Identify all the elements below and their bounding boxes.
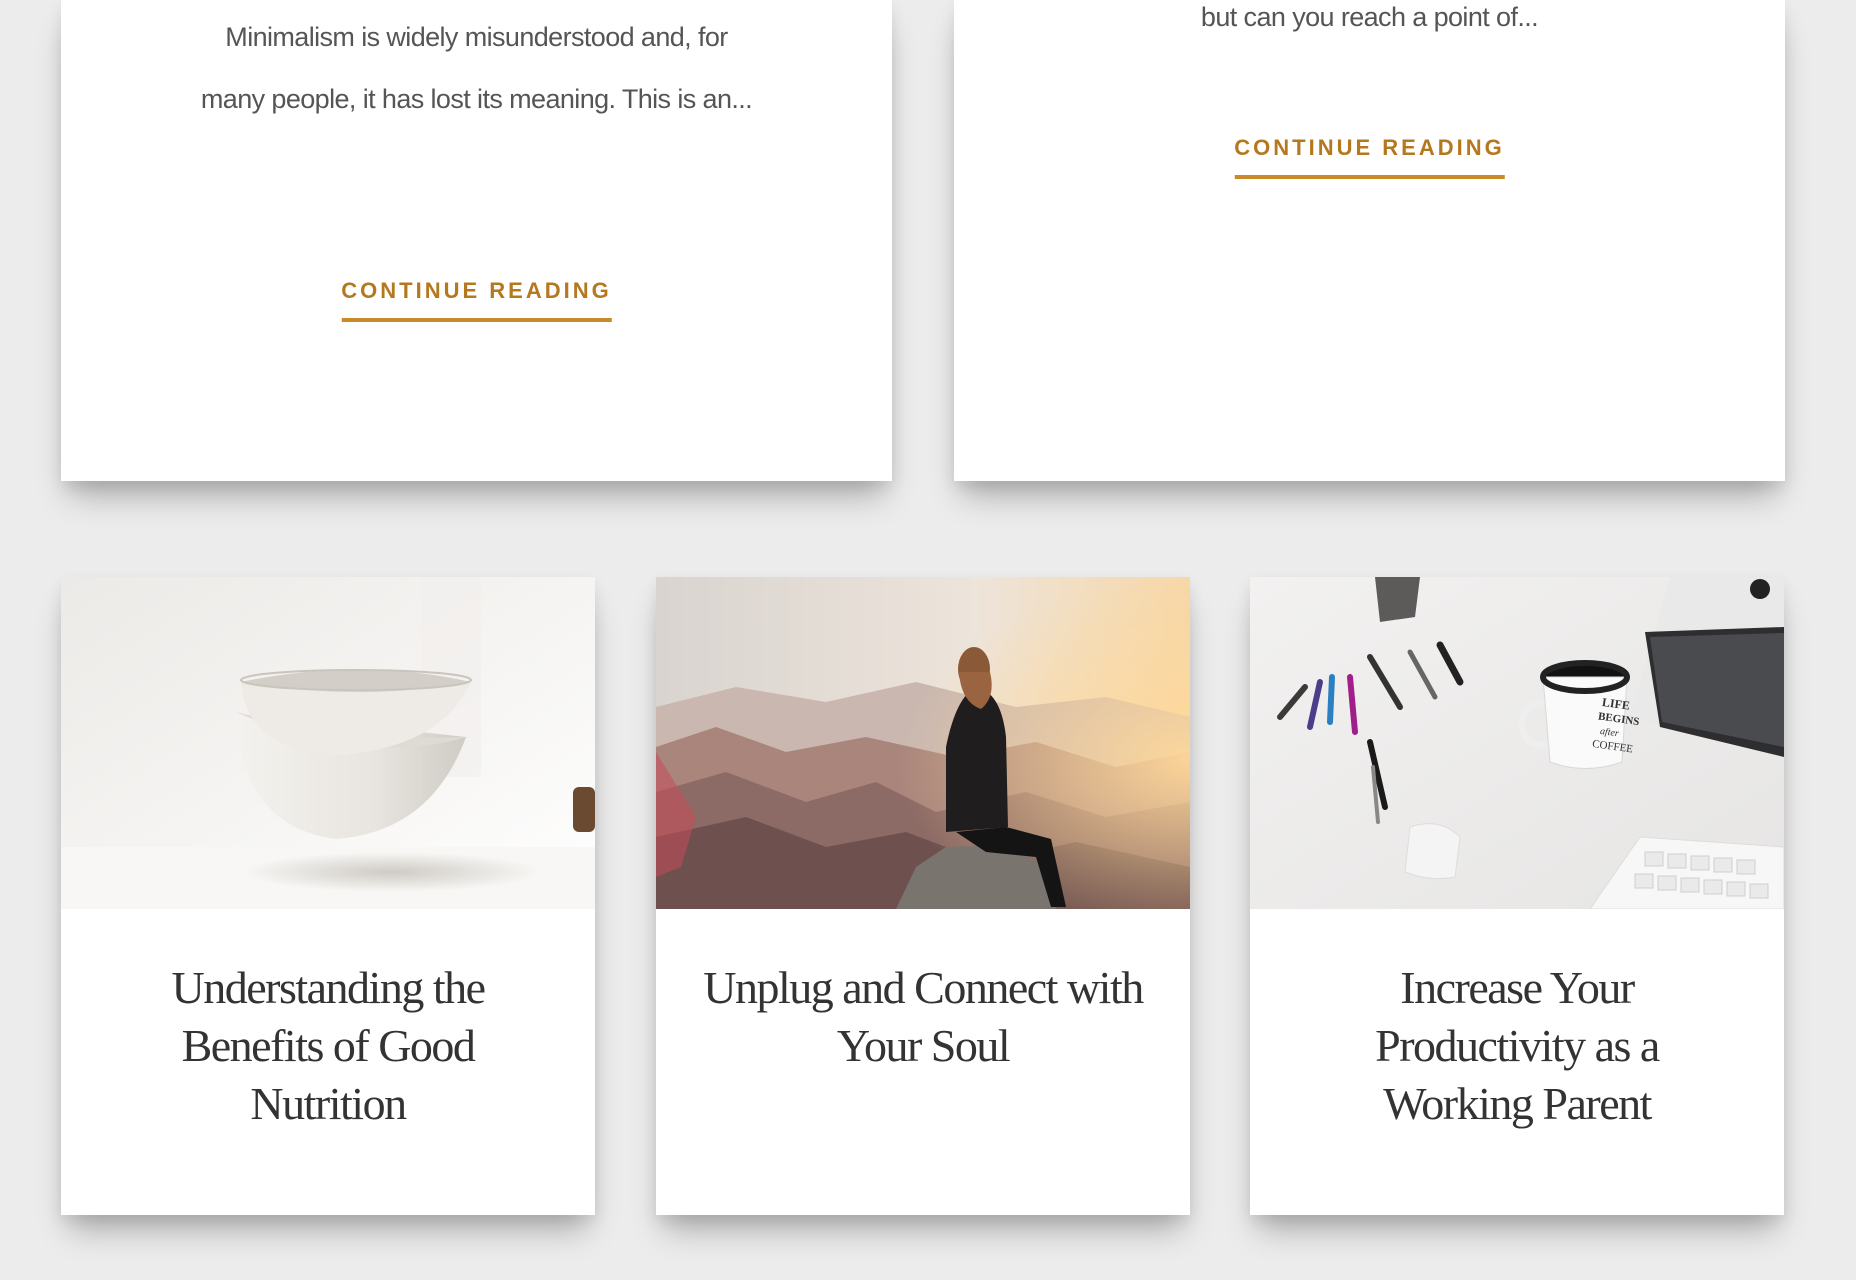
desk-with-coffee-mug-photo: LIFE BEGINS after COFFEE [1250,577,1784,909]
post-title[interactable]: Increase Your Productivity as a Working … [1297,959,1737,1133]
post-thumbnail-bowls[interactable] [61,577,595,909]
post-card: Minimalism is widely misunderstood and, … [61,0,892,481]
woman-on-mountain-photo [656,577,1190,909]
post-thumbnail-desk[interactable]: LIFE BEGINS after COFFEE [1250,577,1784,909]
post-card: LIFE BEGINS after COFFEE Increase Your P… [1250,577,1784,1215]
white-bowls-photo [61,577,595,909]
post-card: Unplug and Connect with Your Soul [656,577,1190,1215]
continue-reading-link[interactable]: CONTINUE READING [341,278,612,322]
post-card: Understanding the Benefits of Good Nutri… [61,577,595,1215]
post-excerpt: Minimalism is widely misunderstood and, … [200,22,753,114]
post-card: but can you reach a point of... CONTINUE… [954,0,1785,481]
continue-reading-link[interactable]: CONTINUE READING [1234,135,1505,179]
post-title[interactable]: Unplug and Connect with Your Soul [703,959,1144,1075]
post-thumbnail-mountain[interactable] [656,577,1190,909]
post-title[interactable]: Understanding the Benefits of Good Nutri… [108,959,548,1133]
post-excerpt: but can you reach a point of... [1200,2,1539,32]
